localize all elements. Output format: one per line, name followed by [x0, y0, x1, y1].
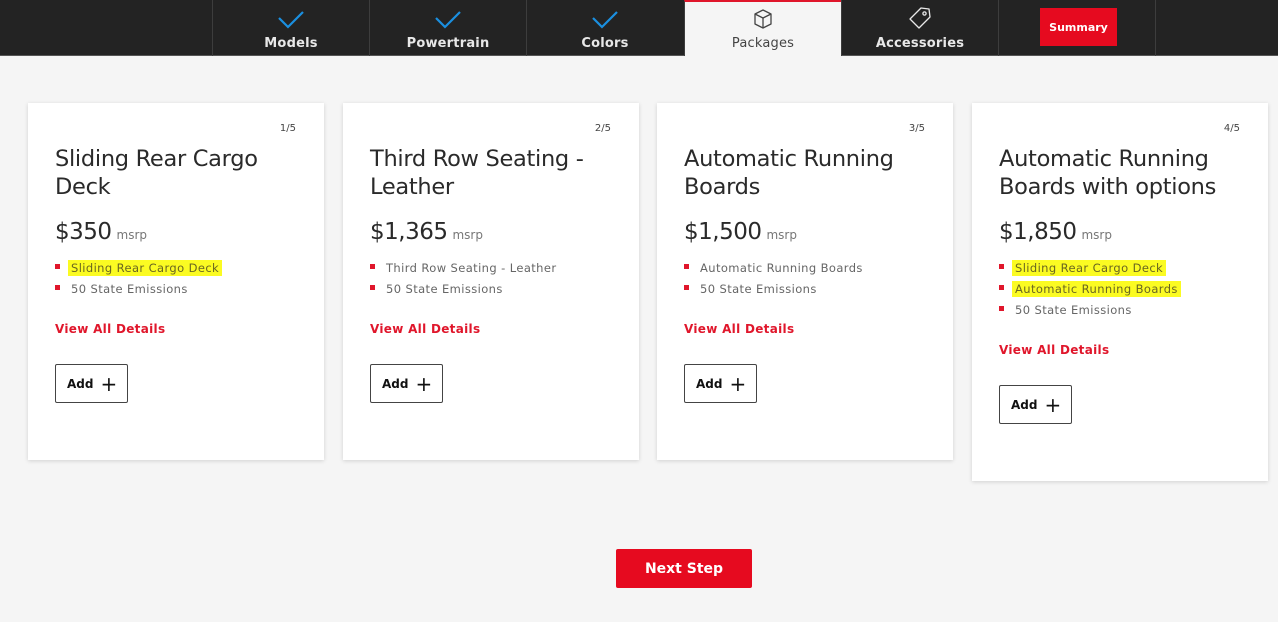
tab-models[interactable]: Models — [212, 0, 369, 56]
bullet-icon — [55, 285, 60, 290]
add-label: Add — [1011, 397, 1038, 412]
feature-text: 50 State Emissions — [1015, 303, 1132, 317]
feature-text: Automatic Running Boards — [700, 261, 863, 275]
price-unit: msrp — [452, 228, 483, 242]
next-step-button[interactable]: Next Step — [616, 549, 752, 588]
bullet-icon — [684, 285, 689, 290]
feature-item: 50 State Emissions — [999, 302, 1241, 323]
view-all-details-link[interactable]: View All Details — [999, 343, 1109, 357]
package-title: Automatic Running Boards — [684, 146, 894, 200]
bullet-icon — [999, 264, 1004, 269]
tab-label: Models — [264, 36, 318, 51]
price-row: $1,850 msrp — [999, 219, 1241, 245]
feature-text: 50 State Emissions — [386, 282, 503, 296]
add-package-button[interactable]: Add + — [55, 364, 128, 403]
bullet-icon — [370, 264, 375, 269]
feature-item: Sliding Rear Cargo Deck — [999, 260, 1241, 281]
bullet-icon — [370, 285, 375, 290]
package-card: 2/5 Third Row Seating - Leather $1,365 m… — [343, 103, 639, 460]
price-unit: msrp — [766, 228, 797, 242]
plus-icon: + — [729, 371, 747, 396]
tag-icon — [908, 0, 932, 30]
check-icon — [591, 0, 619, 30]
feature-text: 50 State Emissions — [71, 282, 188, 296]
add-label: Add — [67, 376, 94, 391]
add-package-button[interactable]: Add + — [370, 364, 443, 403]
package-price: $1,850 — [999, 219, 1077, 245]
add-package-button[interactable]: Add + — [999, 385, 1072, 424]
feature-item: 50 State Emissions — [370, 281, 612, 302]
feature-text: Sliding Rear Cargo Deck — [68, 260, 223, 276]
price-row: $1,500 msrp — [684, 219, 926, 245]
check-icon — [277, 0, 305, 30]
package-card: 3/5 Automatic Running Boards $1,500 msrp… — [657, 103, 953, 460]
card-counter: 4/5 — [1223, 123, 1240, 134]
package-price: $1,500 — [684, 219, 762, 245]
package-title: Third Row Seating - Leather — [370, 146, 584, 200]
package-card: 1/5 Sliding Rear Cargo Deck $350 msrp Sl… — [28, 103, 324, 460]
plus-icon: + — [100, 371, 118, 396]
check-icon — [434, 0, 462, 30]
package-price: $350 — [55, 219, 112, 245]
bullet-icon — [684, 264, 689, 269]
tab-colors[interactable]: Colors — [526, 0, 683, 56]
tab-packages[interactable]: Packages — [684, 0, 841, 56]
feature-list: Automatic Running Boards 50 State Emissi… — [684, 260, 926, 302]
feature-item: Third Row Seating - Leather — [370, 260, 612, 281]
feature-item: Sliding Rear Cargo Deck — [55, 260, 297, 281]
tab-label: Powertrain — [406, 36, 490, 51]
feature-text: Third Row Seating - Leather — [386, 261, 557, 275]
tab-powertrain[interactable]: Powertrain — [369, 0, 526, 56]
view-all-details-link[interactable]: View All Details — [684, 322, 794, 336]
add-label: Add — [382, 376, 409, 391]
plus-icon: + — [1044, 392, 1062, 417]
view-all-details-link[interactable]: View All Details — [370, 322, 480, 336]
price-row: $350 msrp — [55, 219, 297, 245]
price-unit: msrp — [116, 228, 148, 242]
package-card: 4/5 Automatic Running Boards with option… — [972, 103, 1268, 481]
feature-item: Automatic Running Boards — [999, 281, 1241, 302]
package-title: Automatic Running Boards with options — [999, 146, 1217, 200]
package-price: $1,365 — [370, 219, 448, 245]
feature-item: Automatic Running Boards — [684, 260, 926, 281]
feature-text: Automatic Running Boards — [1012, 281, 1181, 297]
price-unit: msrp — [1081, 228, 1112, 242]
feature-list: Sliding Rear Cargo Deck 50 State Emissio… — [55, 260, 297, 302]
feature-text: Sliding Rear Cargo Deck — [1012, 260, 1167, 276]
package-box-icon — [752, 2, 774, 30]
add-label: Add — [696, 376, 723, 391]
bullet-icon — [55, 264, 60, 269]
tab-label: Colors — [581, 36, 629, 51]
card-counter: 1/5 — [279, 123, 296, 134]
feature-text: 50 State Emissions — [700, 282, 817, 296]
summary-tab: Summary — [998, 0, 1156, 56]
feature-item: 50 State Emissions — [684, 281, 926, 302]
view-all-details-link[interactable]: View All Details — [55, 322, 165, 336]
card-counter: 3/5 — [908, 123, 925, 134]
tab-label: Accessories — [875, 36, 965, 51]
tab-label: Packages — [731, 36, 795, 51]
package-title: Sliding Rear Cargo Deck — [55, 146, 258, 200]
bullet-icon — [999, 306, 1004, 311]
summary-button[interactable]: Summary — [1040, 8, 1117, 46]
add-package-button[interactable]: Add + — [684, 364, 757, 403]
feature-item: 50 State Emissions — [55, 281, 297, 302]
plus-icon: + — [415, 371, 433, 396]
step-navigation: Models Powertrain Colors Packages Access… — [0, 0, 1278, 56]
card-counter: 2/5 — [594, 123, 611, 134]
price-row: $1,365 msrp — [370, 219, 612, 245]
tab-accessories[interactable]: Accessories — [841, 0, 998, 56]
bullet-icon — [999, 285, 1004, 290]
feature-list: Sliding Rear Cargo Deck Automatic Runnin… — [999, 260, 1241, 323]
feature-list: Third Row Seating - Leather 50 State Emi… — [370, 260, 612, 302]
